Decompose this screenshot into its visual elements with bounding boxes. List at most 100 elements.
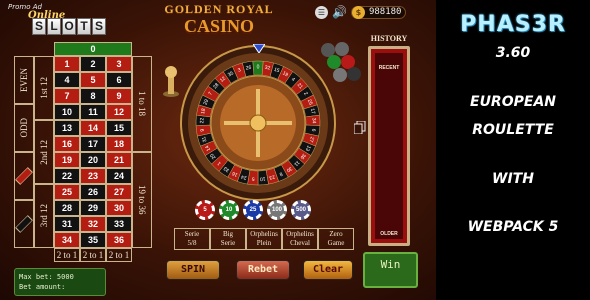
roulette-cell[interactable]: 16 [54, 136, 80, 152]
roulette-cell[interactable]: 10 [54, 104, 80, 120]
roulette-cell[interactable]: 34 [54, 232, 80, 248]
roulette-cell[interactable]: 7 [54, 88, 80, 104]
top-bar: ☰ 🔊 $ 988180 [315, 5, 407, 19]
history-frame: RECENT OLDER [368, 46, 410, 246]
reel-letter: L [47, 18, 61, 35]
special-bet[interactable]: Big Serie [210, 228, 246, 250]
roulette-cell[interactable]: 0 [54, 42, 132, 56]
special-bet-line: Game [327, 239, 345, 247]
dozen-bet[interactable]: 3rd 12 [34, 184, 54, 248]
half-bet[interactable]: 19 to 36 [132, 152, 152, 248]
roulette-cell[interactable]: 24 [106, 168, 132, 184]
chip-100[interactable]: 100 [267, 200, 287, 220]
game-canvas: Promo Ad Online S L O T S GOLDEN ROYAL C… [0, 0, 436, 300]
special-bet-line: Zero [329, 230, 343, 238]
special-bet-line: Big [222, 230, 234, 238]
dozen-bet[interactable]: 1st 12 [34, 56, 54, 120]
wheel-number: 10 [259, 175, 265, 181]
roulette-cell[interactable]: 28 [54, 200, 80, 216]
special-bet[interactable]: Serie 5/8 [174, 228, 210, 250]
roulette-cell[interactable]: 17 [80, 136, 106, 152]
online-slots-logo[interactable]: Promo Ad Online S L O T S [4, 2, 112, 40]
roulette-cell[interactable]: 4 [54, 72, 80, 88]
roulette-cell[interactable]: 33 [106, 216, 132, 232]
even-bet[interactable]: EVEN [14, 56, 34, 104]
half-bet[interactable]: 1 to 18 [132, 56, 152, 152]
history-title: HISTORY [370, 34, 408, 43]
balance-value: 988180 [368, 7, 402, 17]
odd-bet[interactable]: ODD [14, 104, 34, 152]
column-bet[interactable]: 2 to 1 [106, 248, 132, 262]
chip-25[interactable]: 25 [243, 200, 263, 220]
roulette-cell[interactable]: 5 [80, 72, 106, 88]
roulette-cell[interactable]: 31 [54, 216, 80, 232]
bet-amount-text: Bet amount: [19, 283, 66, 291]
special-bet-line: Serie [220, 239, 236, 247]
roulette-cell[interactable]: 14 [80, 120, 106, 136]
roulette-cell[interactable]: 26 [80, 184, 106, 200]
wheel-number: 0 [257, 64, 260, 70]
roulette-cell[interactable]: 13 [54, 120, 80, 136]
black-bet[interactable] [14, 200, 34, 248]
balance-display: $ 988180 [350, 5, 407, 19]
dozen-label: 1st 12 [39, 77, 49, 99]
roulette-cell[interactable]: 18 [106, 136, 132, 152]
roulette-cell[interactable]: 36 [106, 232, 132, 248]
dozen-label: 2nd 12 [39, 139, 49, 165]
special-bet[interactable]: Orphelins Cheval [282, 228, 318, 250]
sidebar-line: ROULETTE [472, 122, 554, 138]
sidebar-line: WITH [492, 171, 534, 187]
special-bet-line: 5/8 [187, 239, 197, 247]
sidebar-line: EUROPEAN [470, 94, 556, 110]
roulette-cell[interactable]: 35 [80, 232, 106, 248]
chip-5[interactable]: 5 [195, 200, 215, 220]
dozen-label: 3rd 12 [39, 204, 49, 228]
column-bet[interactable]: 2 to 1 [80, 248, 106, 262]
roulette-cell[interactable]: 22 [54, 168, 80, 184]
roulette-cell[interactable]: 9 [106, 88, 132, 104]
roulette-cell[interactable]: 29 [80, 200, 106, 216]
history-recent-label: RECENT [378, 65, 400, 71]
roulette-cell[interactable]: 15 [106, 120, 132, 136]
even-bet-label: EVEN [19, 68, 29, 92]
roulette-cell[interactable]: 27 [106, 184, 132, 200]
rebet-button[interactable]: Rebet [236, 260, 290, 280]
roulette-cell[interactable]: 19 [54, 152, 80, 168]
special-bet[interactable]: Orphelins Plein [246, 228, 282, 250]
chip-500[interactable]: 500 [291, 200, 311, 220]
menu-icon[interactable]: ☰ [315, 5, 328, 19]
black-diamond-icon [15, 215, 33, 233]
roulette-cell[interactable]: 20 [80, 152, 106, 168]
clear-button[interactable]: Clear [303, 260, 353, 280]
history-toggle-icon[interactable] [354, 121, 366, 134]
speaker-icon[interactable]: 🔊 [332, 5, 347, 19]
casino-title: GOLDEN ROYAL [164, 2, 274, 16]
roulette-cell[interactable]: 11 [80, 104, 106, 120]
roulette-cell[interactable]: 12 [106, 104, 132, 120]
history-list [375, 53, 403, 239]
special-bet[interactable]: Zero Game [318, 228, 354, 250]
special-bets: Serie 5/8 Big Serie Orphelins Plein Orphelins C… [174, 228, 354, 250]
red-bet[interactable] [14, 152, 34, 200]
spin-button[interactable]: SPIN [166, 260, 220, 280]
roulette-cell[interactable]: 3 [106, 56, 132, 72]
roulette-wheel: 0 32 15 19421225173462713361130823105241633… [180, 45, 336, 201]
roulette-cell[interactable]: 2 [80, 56, 106, 72]
phaser-logo: PHAS3R [460, 12, 566, 37]
column-bet[interactable]: 2 to 1 [54, 248, 80, 262]
roulette-cell[interactable]: 23 [80, 168, 106, 184]
coin-icon: $ [351, 5, 365, 19]
history-older-label: OLDER [380, 231, 398, 237]
roulette-cell[interactable]: 1 [54, 56, 80, 72]
logo-reels: S L O T S [32, 18, 106, 35]
roulette-cell[interactable]: 6 [106, 72, 132, 88]
roulette-cell[interactable]: 21 [106, 152, 132, 168]
reel-letter: S [92, 18, 106, 35]
roulette-cell[interactable]: 30 [106, 200, 132, 216]
dozen-bet[interactable]: 2nd 12 [34, 120, 54, 184]
reel-letter: S [32, 18, 46, 35]
roulette-cell[interactable]: 8 [80, 88, 106, 104]
chip-10[interactable]: 10 [219, 200, 239, 220]
roulette-cell[interactable]: 25 [54, 184, 80, 200]
roulette-cell[interactable]: 32 [80, 216, 106, 232]
